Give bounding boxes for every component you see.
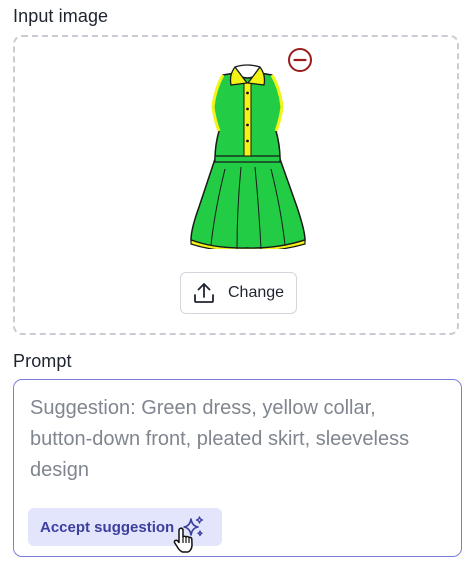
prompt-label: Prompt (13, 351, 72, 371)
change-image-button[interactable]: Change (180, 272, 297, 314)
prompt-placeholder: Suggestion: Green dress, yellow collar, … (30, 397, 410, 481)
prompt-textarea[interactable]: Suggestion: Green dress, yellow collar, … (13, 379, 462, 557)
accept-suggestion-label: Accept suggestion (40, 518, 175, 536)
dress-image (190, 64, 306, 249)
change-button-label: Change (228, 284, 285, 301)
upload-icon (194, 283, 214, 303)
minus-circle-icon[interactable] (287, 47, 313, 73)
input-image-label: Input image (13, 6, 109, 26)
image-dropzone[interactable]: Change (13, 35, 459, 335)
hand-pointer-cursor-icon (173, 527, 193, 553)
